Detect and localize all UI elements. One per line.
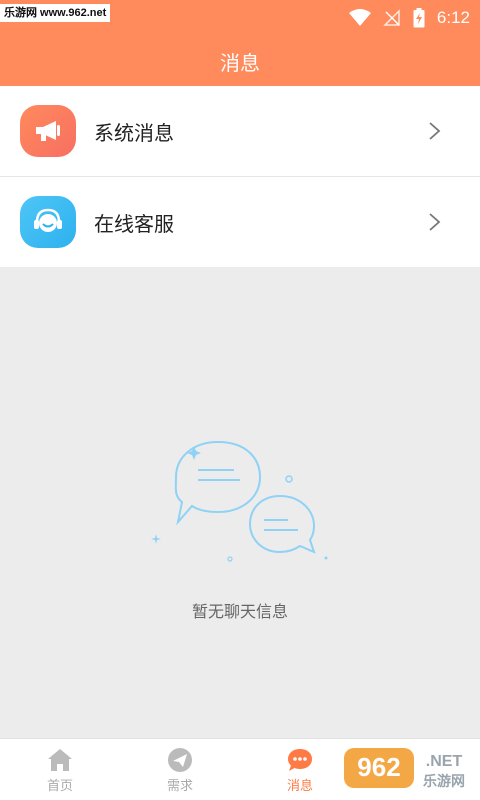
system-messages-item[interactable]: 系统消息 [0,86,480,177]
svg-text:962: 962 [357,752,400,782]
page-title: 消息 [220,50,260,75]
menu-item-label: 系统消息 [94,120,174,145]
svg-text:.NET: .NET [426,753,463,770]
chevron-right-icon [429,122,441,140]
tab-requirements[interactable]: 需求 [120,739,240,800]
tab-home[interactable]: 首页 [0,739,120,800]
brand-watermark-logo: 962 .NET 乐游网 [344,748,465,790]
home-icon [48,748,72,771]
chat-bubble-icon [288,748,312,771]
megaphone-icon [20,105,76,157]
chevron-right-icon [429,213,441,231]
message-category-list: 系统消息 在线客服 [0,86,480,267]
empty-state: 暂无聊天信息 [0,268,480,738]
paper-plane-icon [168,747,192,772]
app-header: 消息 [0,36,480,86]
site-watermark: 乐游网 www.962.net [0,4,111,22]
battery-charging-icon [413,8,425,28]
empty-state-text: 暂无聊天信息 [191,602,288,621]
clock: 6:12 [436,8,470,27]
status-bar: 乐游网 www.962.net 6:12 [0,0,480,36]
customer-service-icon [20,196,76,248]
status-icons: 6:12 [348,6,470,30]
tab-messages[interactable]: 消息 [240,739,360,800]
tab-label: 首页 [46,778,73,794]
menu-item-label: 在线客服 [94,211,174,236]
wifi-icon [348,9,371,26]
tab-label: 消息 [286,778,313,794]
chat-bubbles-illustration [151,440,328,562]
tab-label: 需求 [166,778,193,794]
no-signal-icon [383,9,400,26]
online-support-item[interactable]: 在线客服 [0,177,480,267]
svg-text:乐游网: 乐游网 [423,773,465,790]
